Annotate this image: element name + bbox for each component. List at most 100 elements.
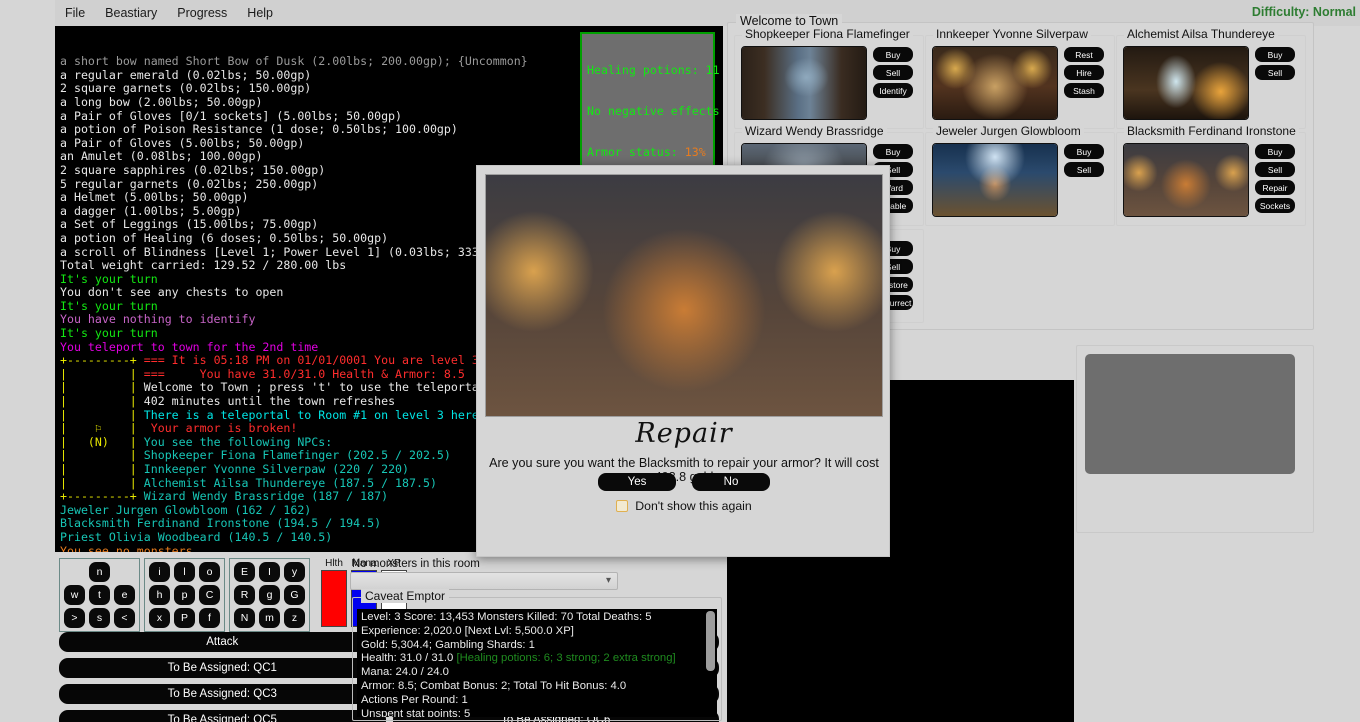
map-ascii: | |: [60, 448, 144, 462]
key-x[interactable]: x: [149, 608, 170, 628]
key-I[interactable]: I: [259, 562, 280, 582]
key-<[interactable]: <: [114, 608, 135, 628]
dont-show-again-checkbox[interactable]: [616, 500, 628, 512]
stats-scrollbar[interactable]: [706, 611, 715, 715]
key-f[interactable]: f: [199, 608, 220, 628]
stat-line: Actions Per Round: 1: [361, 694, 713, 708]
status-healing-potions: Healing potions: 11: [587, 64, 709, 78]
repair-modal-image: [485, 174, 883, 417]
key-P[interactable]: P: [174, 608, 195, 628]
log-text: Innkeeper Yvonne Silverpaw (220 / 220): [144, 462, 409, 476]
stat-line: Level: 3 Score: 13,453 Monsters Killed: …: [361, 611, 713, 625]
log-text: 402 minutes until the town refreshes: [144, 394, 395, 408]
npc-shopkeeper-buy-button[interactable]: Buy: [873, 47, 913, 62]
npc-jeweler-buy-button[interactable]: Buy: [1064, 144, 1104, 159]
key->[interactable]: >: [64, 608, 85, 628]
menu-item-file[interactable]: File: [55, 3, 95, 23]
key-y[interactable]: y: [284, 562, 305, 582]
npc-blacksmith-sockets-button[interactable]: Sockets: [1255, 198, 1295, 213]
npc-blacksmith-repair-button[interactable]: Repair: [1255, 180, 1295, 195]
key-C[interactable]: C: [199, 585, 220, 605]
dont-show-again-label: Don't show this again: [635, 499, 752, 513]
bar-fill: [321, 570, 347, 627]
npc-innkeeper-rest-button[interactable]: Rest: [1064, 47, 1104, 62]
key-s[interactable]: s: [89, 608, 110, 628]
caveat-emptor-group: Caveat Emptor Level: 3 Score: 13,453 Mon…: [352, 597, 722, 721]
action-button-to-be-assigned-qc1[interactable]: To Be Assigned: QC1: [59, 658, 386, 678]
key-G[interactable]: G: [284, 585, 305, 605]
map-ascii: +---------+: [60, 353, 144, 367]
key-w[interactable]: w: [64, 585, 85, 605]
dont-show-again-row[interactable]: Don't show this again: [477, 499, 891, 513]
npc-scene-icon: [1124, 144, 1248, 216]
key-e[interactable]: e: [114, 585, 135, 605]
npc-title: Jeweler Jurgen Glowbloom: [933, 124, 1084, 138]
npc-shopkeeper-identify-button[interactable]: Identify: [873, 83, 913, 98]
key-l[interactable]: l: [174, 562, 195, 582]
npc-scene-icon: [742, 47, 866, 119]
caveat-legend: Caveat Emptor: [361, 589, 449, 603]
key-R[interactable]: R: [234, 585, 255, 605]
keypad-2: ilo hpCxPf: [144, 558, 225, 632]
key-o[interactable]: o: [199, 562, 220, 582]
action-button-to-be-assigned-qc5[interactable]: To Be Assigned: QC5: [59, 710, 386, 722]
bar-hlth: Hlth: [321, 558, 347, 627]
key-n[interactable]: n: [89, 562, 110, 582]
key-p[interactable]: p: [174, 585, 195, 605]
stats-scrollbar-thumb[interactable]: [706, 611, 715, 671]
npc-blacksmith-sell-button[interactable]: Sell: [1255, 162, 1295, 177]
menu-item-progress[interactable]: Progress: [167, 3, 237, 23]
menu-item-help[interactable]: Help: [237, 3, 283, 23]
key-h[interactable]: h: [149, 585, 170, 605]
npc-alchemist-sell-button[interactable]: Sell: [1255, 65, 1295, 80]
npc-jeweler-sell-button[interactable]: Sell: [1064, 162, 1104, 177]
npc-action-buttons: Buy Sell Identify: [873, 46, 913, 120]
log-text: There is a teleportal to Room #1 on leve…: [144, 408, 479, 422]
status-effects: No negative effects: [587, 105, 709, 119]
action-button-to-be-assigned-qc3[interactable]: To Be Assigned: QC3: [59, 684, 386, 704]
difficulty-label: Difficulty: Normal: [1252, 5, 1356, 19]
npc-body: Rest Hire Stash: [932, 46, 1104, 120]
map-ascii: | ⚐ |: [60, 421, 144, 435]
npc-innkeeper-hire-button[interactable]: Hire: [1064, 65, 1104, 80]
npc-innkeeper-stash-button[interactable]: Stash: [1064, 83, 1104, 98]
monster-select-dropdown[interactable]: ▾: [350, 572, 618, 590]
npc-title: Shopkeeper Fiona Flamefinger: [742, 27, 913, 41]
map-ascii: +---------+: [60, 489, 144, 503]
npc-alchemist-buy-button[interactable]: Buy: [1255, 47, 1295, 62]
key-E[interactable]: E: [234, 562, 255, 582]
npc-title: Wizard Wendy Brassridge: [742, 124, 887, 138]
blacksmith-scene-icon: [486, 175, 882, 416]
map-ascii: | |: [60, 367, 144, 381]
npc-card-shopkeeper: Shopkeeper Fiona FlamefingerBuySellIdent…: [734, 35, 924, 129]
npc-blacksmith-buy-button[interactable]: Buy: [1255, 144, 1295, 159]
npc-body: Buy Sell: [1123, 46, 1295, 120]
key-g[interactable]: g: [259, 585, 280, 605]
log-text: Your armor is broken!: [144, 421, 298, 435]
npc-action-buttons: Buy Sell: [1255, 46, 1295, 120]
npc-scene-icon: [933, 47, 1057, 119]
action-button-attack[interactable]: Attack: [59, 632, 386, 652]
npc-card-alchemist: Alchemist Ailsa ThundereyeBuySell: [1116, 35, 1306, 129]
key-m[interactable]: m: [259, 608, 280, 628]
app-root: File Beastiary Progress Help Difficulty:…: [0, 0, 1360, 722]
repair-yes-button[interactable]: Yes: [598, 473, 676, 491]
npc-shopkeeper-sell-button[interactable]: Sell: [873, 65, 913, 80]
stat-line: Mana: 24.0 / 24.0: [361, 666, 713, 680]
key-N[interactable]: N: [234, 608, 255, 628]
npc-portrait-shopkeeper: [741, 46, 867, 120]
repair-modal-title: Repair: [477, 418, 891, 449]
menu-item-beastiary[interactable]: Beastiary: [95, 3, 167, 23]
character-stats-box[interactable]: Level: 3 Score: 13,453 Monsters Killed: …: [357, 609, 717, 717]
npc-card-innkeeper: Innkeeper Yvonne SilverpawRestHireStash: [925, 35, 1115, 129]
stat-line: Experience: 2,020.0 [Next Lvl: 5,500.0 X…: [361, 625, 713, 639]
npc-wizard-buy-button[interactable]: Buy: [873, 144, 913, 159]
chevron-down-icon: ▾: [606, 575, 611, 586]
stat-highlight: [Healing potions: 6; 3 strong; 2 extra s…: [456, 652, 675, 664]
repair-no-button[interactable]: No: [692, 473, 770, 491]
key-i[interactable]: i: [149, 562, 170, 582]
map-ascii: | |: [60, 380, 144, 394]
key-t[interactable]: t: [89, 585, 110, 605]
key-z[interactable]: z: [284, 608, 305, 628]
keypad-group: nwte >s< ilo hpCxPf EIy RgG Nmz: [59, 558, 310, 632]
